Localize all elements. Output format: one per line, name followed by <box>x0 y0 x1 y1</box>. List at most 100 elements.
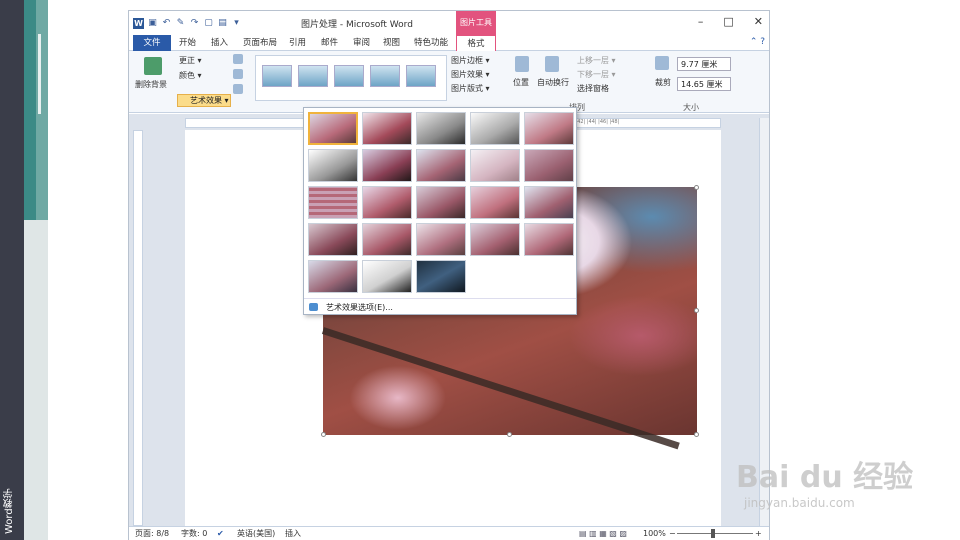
artistic-effect-thumbnail[interactable] <box>524 186 574 219</box>
compress-pictures-icon[interactable] <box>233 54 243 64</box>
artistic-effect-thumbnail[interactable] <box>308 260 358 293</box>
artistic-effect-thumbnail[interactable] <box>524 149 574 182</box>
artistic-effect-thumbnail[interactable] <box>470 186 520 219</box>
proofing-icon[interactable]: ✔ <box>217 527 224 540</box>
resize-handle-top-right[interactable] <box>694 185 699 190</box>
word-app-icon[interactable]: W <box>133 17 144 29</box>
wrap-text-button[interactable]: 自动换行 <box>537 77 569 88</box>
side-label: Word教学 <box>4 488 15 534</box>
zoom-out-button[interactable]: − <box>669 527 676 540</box>
picture-style-4[interactable] <box>370 65 400 87</box>
artistic-effect-thumbnail[interactable] <box>416 223 466 256</box>
position-button[interactable]: 位置 <box>513 77 529 88</box>
artistic-effect-thumbnail[interactable] <box>308 112 358 145</box>
picture-border-button[interactable]: 图片边框 ▾ <box>451 55 490 66</box>
artistic-effect-thumbnail[interactable] <box>416 186 466 219</box>
reset-picture-icon[interactable] <box>233 84 243 94</box>
width-field[interactable]: 14.65 厘米 <box>677 77 731 91</box>
remove-background-button[interactable]: 删除背景 <box>135 79 167 90</box>
artistic-effect-thumbnail[interactable] <box>524 223 574 256</box>
tab-format[interactable]: 格式 <box>456 35 496 51</box>
page-count[interactable]: 页面: 8/8 <box>135 527 169 540</box>
picture-style-1[interactable] <box>262 65 292 87</box>
tab-home[interactable]: 开始 <box>179 35 196 51</box>
selection-pane-button[interactable]: 选择窗格 <box>577 83 609 94</box>
save-icon[interactable]: ▣ <box>147 18 158 29</box>
ribbon-tabs: 文件 开始 插入 页面布局 引用 邮件 审阅 视图 特色功能 格式 ⌃ ? <box>129 35 769 51</box>
remove-background-icon[interactable] <box>144 57 162 75</box>
artistic-effect-thumbnail[interactable] <box>362 149 412 182</box>
artistic-effect-thumbnail[interactable] <box>470 112 520 145</box>
picture-style-5[interactable] <box>406 65 436 87</box>
print-icon[interactable]: ▤ <box>217 18 228 29</box>
artistic-effect-thumbnail[interactable] <box>470 149 520 182</box>
customize-qat-icon[interactable]: ▾ <box>231 18 242 29</box>
artistic-effect-thumbnail[interactable] <box>362 260 412 293</box>
zoom-level[interactable]: 100% <box>643 527 666 540</box>
tab-insert[interactable]: 插入 <box>211 35 228 51</box>
picture-styles-gallery[interactable] <box>255 55 447 101</box>
picture-effects-button[interactable]: 图片效果 ▾ <box>451 69 490 80</box>
change-picture-icon[interactable] <box>233 69 243 79</box>
artistic-effect-thumbnail[interactable] <box>416 112 466 145</box>
corrections-button[interactable]: 更正 ▾ <box>179 55 202 66</box>
vertical-ruler[interactable] <box>133 130 143 526</box>
color-button[interactable]: 颜色 ▾ <box>179 70 202 81</box>
height-value: 9.77 厘米 <box>681 60 718 69</box>
wrap-text-icon[interactable] <box>545 56 559 72</box>
help-icon[interactable]: ⌃ ? <box>750 37 765 47</box>
tab-review[interactable]: 审阅 <box>353 35 370 51</box>
size-group-label: 大小 <box>683 103 699 112</box>
window-title: 图片处理 - Microsoft Word <box>301 20 413 30</box>
picture-style-2[interactable] <box>298 65 328 87</box>
redo-icon[interactable]: ↷ <box>189 18 200 29</box>
picture-tools-context-header: 图片工具 <box>456 11 496 35</box>
resize-handle-bottom-right[interactable] <box>694 432 699 437</box>
artistic-effect-thumbnail[interactable] <box>308 186 358 219</box>
artistic-effect-thumbnail[interactable] <box>416 149 466 182</box>
quick-access-toolbar: W ▣ ↶ ✎ ↷ ▢ ▤ ▾ <box>133 16 242 30</box>
crop-button[interactable]: 裁剪 <box>655 77 671 88</box>
zoom-in-button[interactable]: + <box>755 527 762 540</box>
zoom-slider-knob[interactable] <box>711 529 715 538</box>
artistic-effect-thumbnail[interactable] <box>308 149 358 182</box>
tab-page-layout[interactable]: 页面布局 <box>243 35 277 51</box>
artistic-effect-thumbnail[interactable] <box>362 186 412 219</box>
artistic-effect-thumbnail[interactable] <box>362 223 412 256</box>
close-button[interactable]: ✕ <box>754 15 763 28</box>
word-count[interactable]: 字数: 0 <box>181 527 207 540</box>
crop-icon[interactable] <box>655 56 669 70</box>
tab-file[interactable]: 文件 <box>133 35 171 51</box>
bring-forward-button[interactable]: 上移一层 ▾ <box>577 55 616 66</box>
tab-references[interactable]: 引用 <box>289 35 306 51</box>
artistic-effect-thumbnail[interactable] <box>416 260 466 293</box>
zoom-slider-track[interactable] <box>677 533 753 534</box>
side-line-accent <box>38 34 41 114</box>
artistic-effects-options[interactable]: 艺术效果选项(E)... <box>304 298 576 315</box>
height-field[interactable]: 9.77 厘米 <box>677 57 731 71</box>
position-icon[interactable] <box>515 56 529 72</box>
artistic-effect-thumbnail[interactable] <box>470 223 520 256</box>
picture-style-3[interactable] <box>334 65 364 87</box>
artistic-effect-thumbnail[interactable] <box>308 223 358 256</box>
tab-view[interactable]: 视图 <box>383 35 400 51</box>
language[interactable]: 英语(美国) <box>237 527 275 540</box>
minimize-button[interactable]: – <box>698 15 704 28</box>
resize-handle-bottom-left[interactable] <box>321 432 326 437</box>
undo-icon[interactable]: ↶ <box>161 18 172 29</box>
maximize-button[interactable]: □ <box>723 15 733 28</box>
view-buttons[interactable]: ▤ ▥ ▦ ▧ ▨ <box>579 527 627 540</box>
resize-handle-right[interactable] <box>694 308 699 313</box>
insert-mode[interactable]: 插入 <box>285 527 301 540</box>
tab-mailings[interactable]: 邮件 <box>321 35 338 51</box>
tab-special[interactable]: 特色功能 <box>414 35 448 51</box>
format-painter-icon[interactable]: ✎ <box>175 18 186 29</box>
send-backward-button[interactable]: 下移一层 ▾ <box>577 69 616 80</box>
artistic-effects-button[interactable]: 艺术效果 ▾ <box>177 94 231 107</box>
artistic-effect-thumbnail[interactable] <box>362 112 412 145</box>
new-document-icon[interactable]: ▢ <box>203 18 214 29</box>
artistic-effect-thumbnail[interactable] <box>524 112 574 145</box>
word-window: W ▣ ↶ ✎ ↷ ▢ ▤ ▾ 图片处理 - Microsoft Word 图片… <box>128 10 770 540</box>
picture-layout-button[interactable]: 图片版式 ▾ <box>451 83 490 94</box>
resize-handle-bottom[interactable] <box>507 432 512 437</box>
